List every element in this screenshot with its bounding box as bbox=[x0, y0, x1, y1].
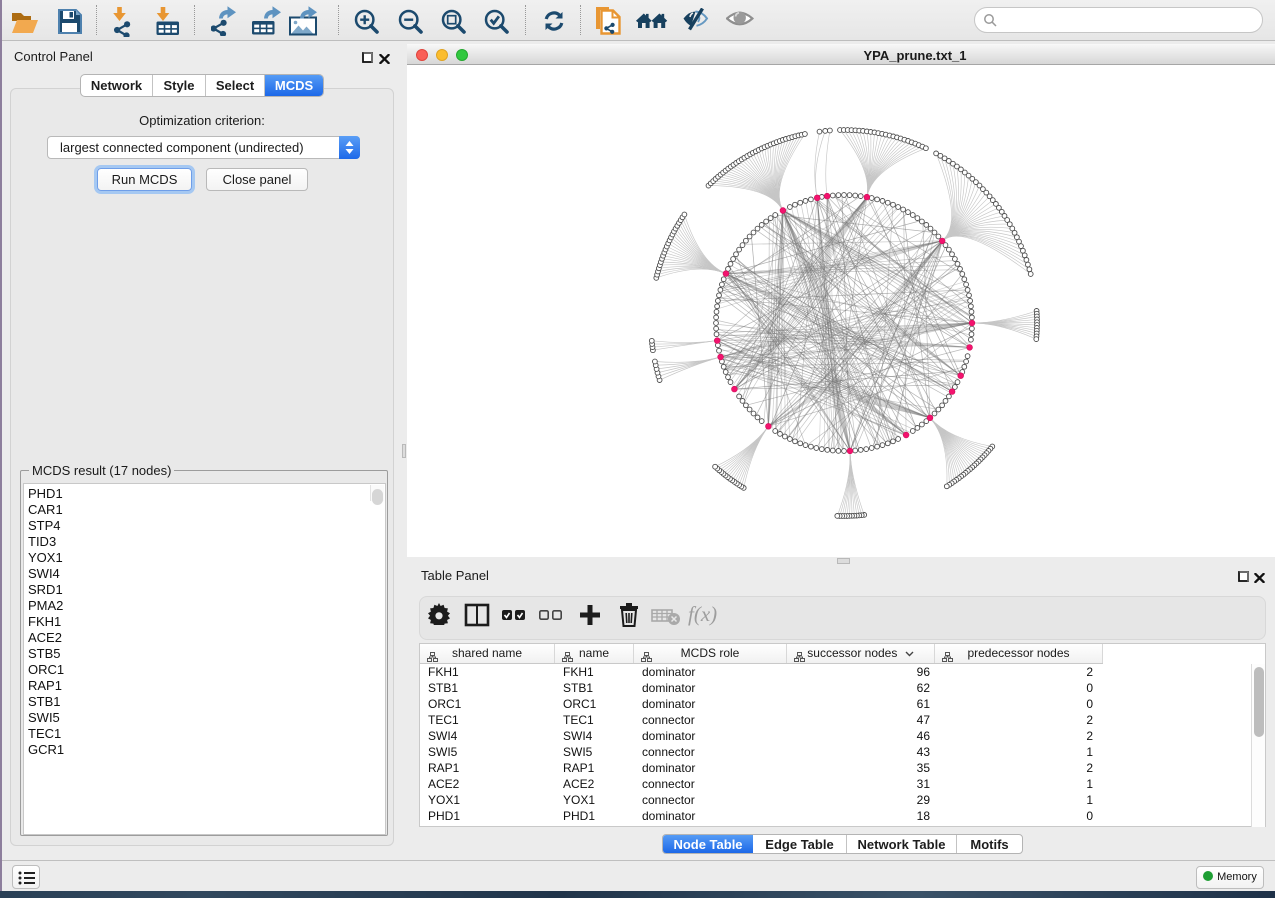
svg-text:f(x): f(x) bbox=[688, 602, 717, 626]
